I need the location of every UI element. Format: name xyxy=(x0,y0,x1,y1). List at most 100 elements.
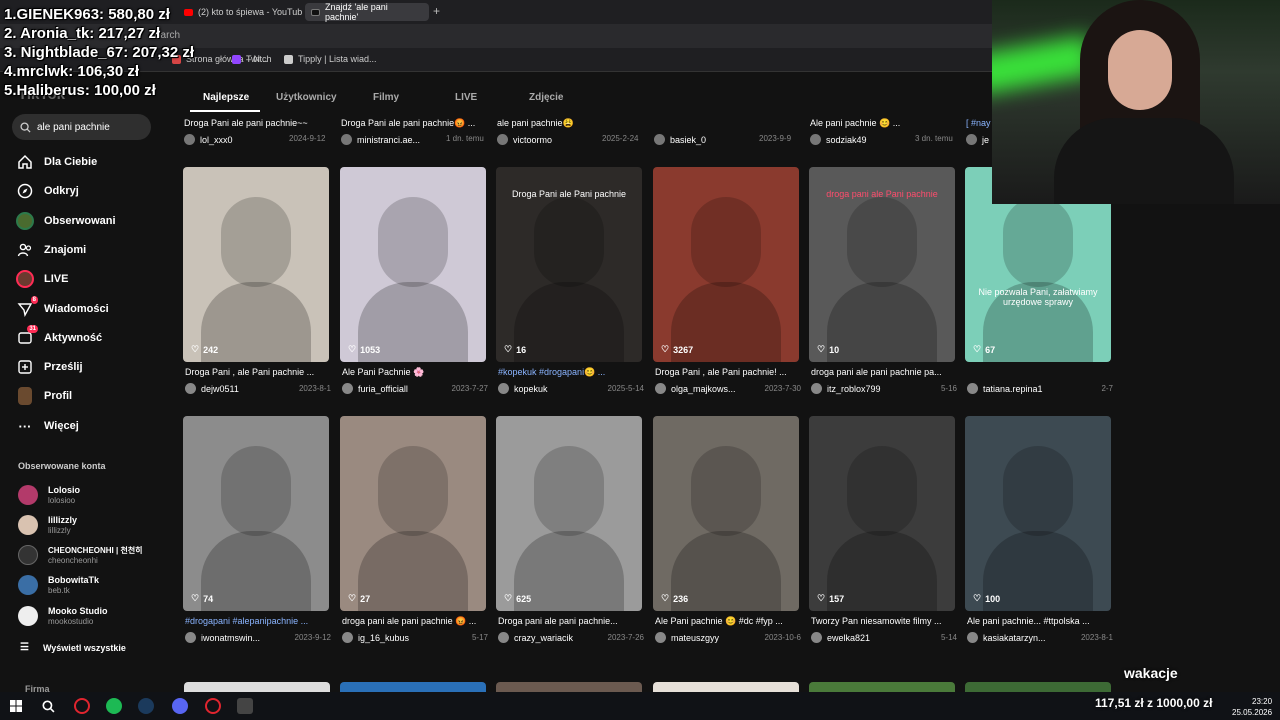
video-author[interactable]: kopekuk 2025-5-14 xyxy=(498,383,644,394)
video-thumbnail[interactable]: ♡ 625 xyxy=(496,416,642,611)
video-caption[interactable]: #kopekuk #drogapani😊 ... xyxy=(498,367,644,378)
video-thumbnail-partial[interactable] xyxy=(809,682,955,692)
activity-badge: 31 xyxy=(27,325,38,333)
video-author[interactable]: itz_roblox799 5-16 xyxy=(811,383,957,394)
video-thumbnail[interactable]: Droga Pani ale Pani pachnie ♡ 16 xyxy=(496,167,642,362)
video-thumbnail[interactable]: droga pani ale Pani pachnie ♡ 10 xyxy=(809,167,955,362)
video-thumbnail[interactable]: ♡ 157 xyxy=(809,416,955,611)
video-caption[interactable]: Ale Pani pachnie 😊 #dc #fyp ... xyxy=(655,616,801,627)
nav-activity[interactable]: 31 Aktywność xyxy=(16,325,102,349)
video-date: 5-16 xyxy=(940,384,957,393)
activity-icon: 31 xyxy=(16,325,38,347)
video-caption[interactable]: [ #nay xyxy=(966,118,991,128)
tiktok-icon xyxy=(311,8,320,16)
video-thumbnail[interactable]: ♡ 1053 xyxy=(340,167,486,362)
video-author[interactable]: lol_xxx0 xyxy=(184,134,233,145)
search-icon[interactable] xyxy=(40,698,56,714)
list-icon: ☰ xyxy=(20,642,29,653)
followed-account[interactable]: Mooko Studio mookostudio xyxy=(18,603,108,629)
nav-profile[interactable]: Profil xyxy=(16,385,72,407)
video-author[interactable]: tatiana.repina1 2-7 xyxy=(967,383,1113,394)
show-all-button[interactable]: ☰ Wyświetl wszystkie xyxy=(20,642,126,653)
opera-gx-icon[interactable] xyxy=(205,698,221,714)
video-thumbnail[interactable]: ♡ 236 xyxy=(653,416,799,611)
video-author[interactable]: kasiakatarzyn... 2023-8-1 xyxy=(967,632,1113,643)
more-icon: ··· xyxy=(18,418,32,434)
video-author[interactable]: olga_majkows... 2023-7-30 xyxy=(655,383,801,394)
video-caption[interactable]: Droga Pani ale pani pachnie~~ xyxy=(184,118,308,128)
video-caption[interactable]: Droga Pani , ale Pani pachnie! ... xyxy=(655,367,801,377)
nav-explore[interactable]: Odkryj xyxy=(16,180,79,202)
nav-upload[interactable]: Prześlij xyxy=(16,356,83,378)
followed-account[interactable]: Lolosio lolosioo xyxy=(18,482,80,508)
new-tab-button[interactable]: + xyxy=(433,4,440,18)
video-thumbnail[interactable]: ♡ 27 xyxy=(340,416,486,611)
steam-icon[interactable] xyxy=(138,698,154,714)
nav-friends[interactable]: Znajomi xyxy=(16,239,86,261)
video-thumbnail[interactable]: ♡ 100 xyxy=(965,416,1111,611)
video-thumbnail-partial[interactable] xyxy=(965,682,1111,692)
nav-for-you[interactable]: Dla Ciebie xyxy=(16,151,97,173)
nav-more[interactable]: ··· Więcej xyxy=(16,415,79,437)
video-author[interactable]: mateuszgyy 2023-10-6 xyxy=(655,632,801,643)
tab-videos[interactable]: Filmy xyxy=(373,92,399,103)
tab-top[interactable]: Najlepsze xyxy=(203,92,249,103)
video-author[interactable]: dejw0511 2023-8-1 xyxy=(185,383,331,394)
discord-icon[interactable] xyxy=(172,698,188,714)
video-thumbnail-partial[interactable] xyxy=(653,682,799,692)
video-thumbnail[interactable]: ♡ 74 xyxy=(183,416,329,611)
video-thumbnail-partial[interactable] xyxy=(340,682,486,692)
windows-start-icon[interactable] xyxy=(8,698,24,714)
video-caption[interactable]: Tworzy Pan niesamowite filmy ... xyxy=(811,616,957,626)
profile-icon xyxy=(16,387,34,405)
video-author[interactable]: sodziak49 xyxy=(810,134,867,145)
video-author[interactable]: basiek_0 xyxy=(654,134,706,145)
video-author[interactable]: crazy_wariacik 2023-7-26 xyxy=(498,632,644,643)
app-icon[interactable] xyxy=(237,698,253,714)
heart-icon: ♡ xyxy=(817,344,826,354)
video-caption[interactable]: Droga Pani , ale Pani pachnie ... xyxy=(185,367,331,377)
video-author[interactable]: ig_16_kubus 5-17 xyxy=(342,632,488,643)
bookmark-twitch[interactable]: Twitch xyxy=(232,54,272,64)
followed-account[interactable]: BobowitaTk beb.tk xyxy=(18,572,99,598)
video-thumbnail-partial[interactable] xyxy=(496,682,642,692)
video-caption[interactable]: Ale Pani Pachnie 🌸 xyxy=(342,367,488,378)
bookmark-tipply[interactable]: Tipply | Lista wiad... xyxy=(284,54,377,64)
video-author[interactable]: ministranci.ae... xyxy=(341,134,420,145)
video-caption[interactable]: Ale pani pachnie 😊 ... xyxy=(810,118,900,129)
spotify-icon[interactable] xyxy=(106,698,122,714)
tab-youtube[interactable]: (2) kto to śpiewa - YouTub xyxy=(178,3,308,21)
nav-live[interactable]: LIVE xyxy=(16,268,68,290)
followed-account[interactable]: CHEONCHEONHI | 천천히 cheoncheonhi xyxy=(18,542,143,568)
video-author[interactable]: iwonatmswin... 2023-9-12 xyxy=(185,632,331,643)
search-input[interactable]: ale pani pachnie xyxy=(12,114,151,140)
video-thumbnail[interactable]: ♡ 242 xyxy=(183,167,329,362)
thumbnail-figure xyxy=(378,446,448,536)
video-author[interactable]: victoormo xyxy=(497,134,552,145)
video-author[interactable]: je xyxy=(966,134,989,145)
video-caption[interactable]: Droga Pani ale pani pachnie😡 ... xyxy=(341,118,475,129)
leaderboard-entry: 1.GIENEK963: 580,80 zł xyxy=(4,6,170,23)
tab-photos[interactable]: Zdjęcie xyxy=(529,92,563,103)
thumbnail-figure xyxy=(847,446,917,536)
tab-tiktok-search[interactable]: Znajdź 'ale pani pachnie' xyxy=(305,2,429,22)
video-thumbnail[interactable]: ♡ 3267 xyxy=(653,167,799,362)
avatar xyxy=(498,383,509,394)
followed-account[interactable]: lillizzly lillizzly xyxy=(18,512,77,538)
video-caption[interactable]: Droga pani ale pani pachnie... xyxy=(498,616,644,626)
video-caption[interactable]: #drogapani #alepanipachnie ... xyxy=(185,616,331,626)
video-caption[interactable]: ale pani pachnie😩 xyxy=(497,118,574,129)
video-author[interactable]: ewelka821 5-14 xyxy=(811,632,957,643)
opera-icon[interactable] xyxy=(74,698,90,714)
thumbnail-figure xyxy=(1003,197,1073,287)
nav-messages[interactable]: 8 Wiadomości xyxy=(16,296,109,320)
video-caption[interactable]: Ale pani pachnie... #ttpolska ... xyxy=(967,616,1113,626)
nav-following[interactable]: Obserwowani xyxy=(16,210,116,232)
tab-users[interactable]: Użytkownicy xyxy=(276,92,337,103)
video-thumbnail-partial[interactable] xyxy=(184,682,330,692)
video-caption[interactable]: droga pani ale pani pachnie 😡 ... xyxy=(342,616,488,627)
video-caption[interactable]: droga pani ale pani pachnie pa... xyxy=(811,367,957,377)
video-author[interactable]: furia_officiall 2023-7-27 xyxy=(342,383,488,394)
tab-live[interactable]: LIVE xyxy=(455,92,477,103)
stream-goal-progress: 117,51 zł z 1000,00 zł xyxy=(1095,696,1213,710)
